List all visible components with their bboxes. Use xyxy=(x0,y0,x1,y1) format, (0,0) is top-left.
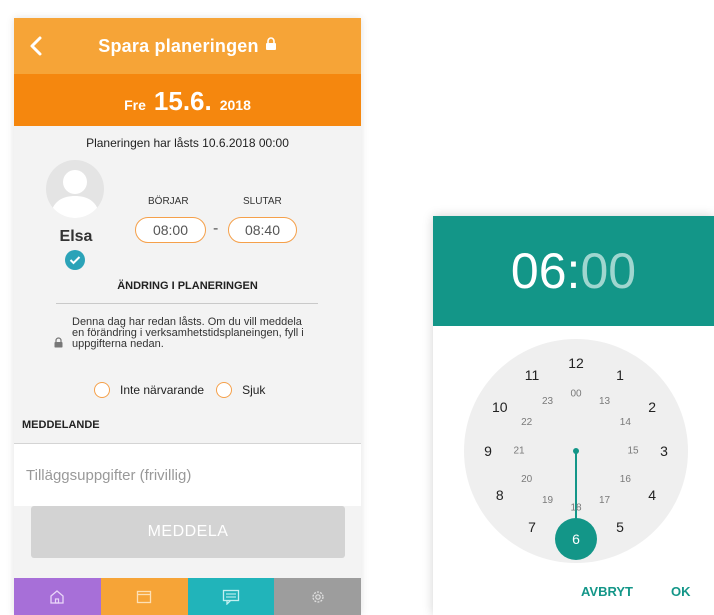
hours-display[interactable]: 06 xyxy=(511,242,567,300)
calendar-icon xyxy=(136,590,152,603)
clock-center xyxy=(573,448,579,454)
divider xyxy=(56,303,318,304)
cancel-button[interactable]: AVBRYT xyxy=(581,584,633,599)
radio-sick[interactable] xyxy=(216,382,233,398)
hour-19[interactable]: 19 xyxy=(542,495,554,506)
change-heading: ÄNDRING I PLANERINGEN xyxy=(117,280,258,292)
home-icon xyxy=(50,589,65,604)
page-title: Spara planeringen xyxy=(98,35,259,56)
hour-22[interactable]: 22 xyxy=(521,417,533,428)
hour-7[interactable]: 7 xyxy=(528,519,536,535)
back-button[interactable] xyxy=(27,35,47,57)
hour-2[interactable]: 2 xyxy=(648,399,656,415)
locked-info: Planeringen har låsts 10.6.2018 00:00 xyxy=(86,136,289,150)
hour-1[interactable]: 1 xyxy=(616,367,624,383)
hour-12[interactable]: 12 xyxy=(568,355,584,371)
hour-4[interactable]: 4 xyxy=(648,487,656,503)
lock-icon xyxy=(54,335,63,353)
message-input[interactable] xyxy=(14,444,361,506)
hour-21[interactable]: 21 xyxy=(513,446,525,457)
hour-13[interactable]: 13 xyxy=(599,396,611,407)
clock-dial[interactable]: 121234567891011001314151617181920212223 xyxy=(464,339,688,563)
time-display: 06:00 xyxy=(433,216,714,326)
time-separator: - xyxy=(213,220,219,237)
end-time-field[interactable]: 08:40 xyxy=(228,217,297,243)
app-header: Spara planeringen xyxy=(14,18,361,74)
person-name: Elsa xyxy=(59,228,93,245)
year: 2018 xyxy=(219,97,251,113)
hour-10[interactable]: 10 xyxy=(492,399,508,415)
option-absent-label: Inte närvarande xyxy=(120,383,205,397)
chevron-left-icon xyxy=(30,36,42,56)
hour-3[interactable]: 3 xyxy=(660,443,668,459)
start-time-field[interactable]: 08:00 xyxy=(135,217,206,243)
hour-8[interactable]: 8 xyxy=(496,487,504,503)
option-sick-label: Sjuk xyxy=(242,383,266,397)
start-label: BÖRJAR xyxy=(148,196,189,207)
hour-18[interactable]: 18 xyxy=(570,503,582,514)
hour-17[interactable]: 17 xyxy=(599,495,611,506)
time-colon: : xyxy=(566,243,581,299)
minutes-display[interactable]: 00 xyxy=(580,242,636,300)
weekday: Fre xyxy=(124,97,146,113)
nav-settings[interactable] xyxy=(274,578,361,615)
chat-icon xyxy=(222,589,240,605)
hour-6[interactable]: 6 xyxy=(572,531,580,547)
hour-9[interactable]: 9 xyxy=(484,443,492,459)
nav-home[interactable] xyxy=(14,578,101,615)
hour-20[interactable]: 20 xyxy=(521,474,533,485)
day-month: 15.6. xyxy=(153,86,212,116)
hour-00[interactable]: 00 xyxy=(570,389,582,400)
send-button[interactable]: MEDDELA xyxy=(31,506,345,558)
person-placeholder-icon xyxy=(50,170,100,218)
bottom-nav xyxy=(14,578,361,615)
avatar xyxy=(46,160,104,218)
nav-messages[interactable] xyxy=(187,578,275,615)
date-bar: Fre 15.6. 2018 xyxy=(14,74,361,126)
hour-15[interactable]: 15 xyxy=(627,446,639,457)
absence-options: Inte närvarande Sjuk xyxy=(94,382,265,398)
ok-button[interactable]: OK xyxy=(671,584,691,599)
radio-absent[interactable] xyxy=(94,382,110,398)
end-label: SLUTAR xyxy=(243,196,282,207)
lock-note: Denna dag har redan låsts. Om du vill me… xyxy=(72,316,304,350)
time-picker-dialog: 06:00 12 1 2 3 4 5 6 7 8 9 10 11 00 13 14 15 16 17 18 19 20 2… xyxy=(433,216,714,615)
lock-icon xyxy=(265,36,277,56)
planning-screen: Spara planeringen Fre 15.6. 2018 Planeri… xyxy=(14,18,361,615)
message-label: MEDDELANDE xyxy=(22,419,100,431)
hour-14[interactable]: 14 xyxy=(620,417,632,428)
hour-23[interactable]: 23 xyxy=(542,396,554,407)
gear-icon xyxy=(311,590,324,603)
hour-16[interactable]: 16 xyxy=(620,474,632,485)
hour-11[interactable]: 11 xyxy=(525,367,540,383)
nav-calendar[interactable] xyxy=(100,578,188,615)
hour-5[interactable]: 5 xyxy=(616,519,624,535)
check-icon xyxy=(65,250,85,270)
